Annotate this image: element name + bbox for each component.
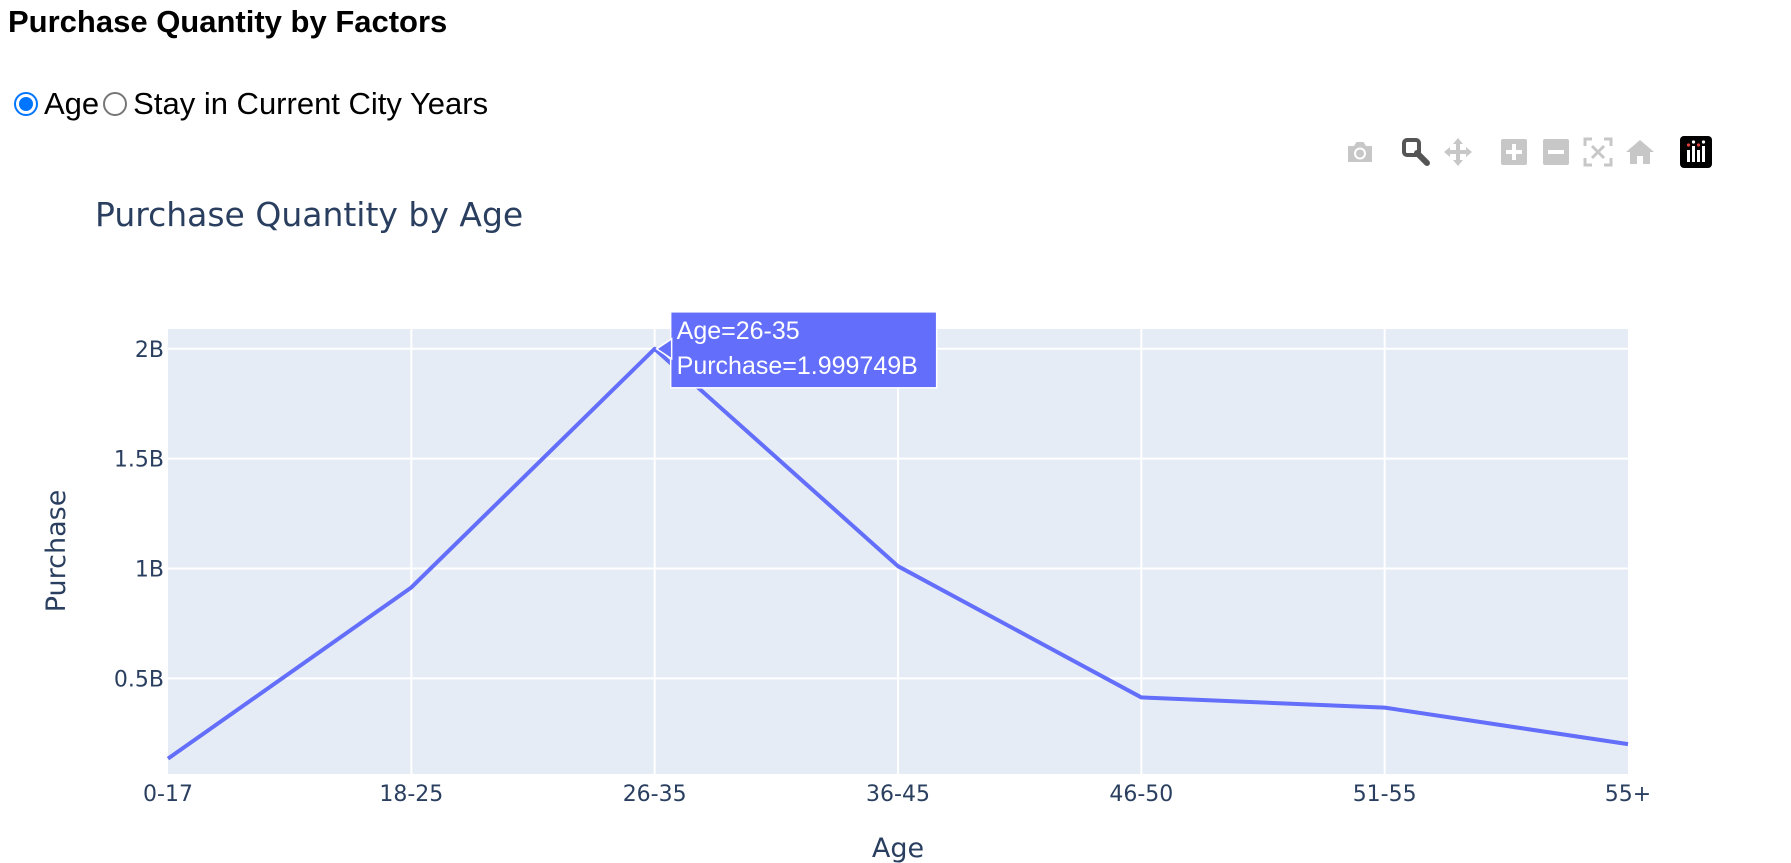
x-tick-labels: 0-17 18-25 26-35 36-45 46-50 51-55 55+ xyxy=(143,782,1651,807)
chart-title: Purchase Quantity by Age xyxy=(95,195,523,234)
hover-tooltip: Age=26-35 Purchase=1.999749B xyxy=(655,311,938,389)
y-tick-label: 1B xyxy=(135,558,164,583)
x-tick-label: 36-45 xyxy=(866,782,930,807)
y-tick-label: 1.5B xyxy=(114,448,164,473)
data-point xyxy=(1625,741,1631,747)
y-tick-label: 0.5B xyxy=(114,667,164,692)
x-tick-label: 18-25 xyxy=(379,782,443,807)
x-tick-label: 55+ xyxy=(1605,782,1651,807)
y-tick-label: 2B xyxy=(135,338,164,363)
x-tick-label: 51-55 xyxy=(1353,782,1417,807)
tooltip-line-2: Purchase=1.999749B xyxy=(677,352,918,380)
data-point xyxy=(1382,705,1388,711)
data-point xyxy=(408,584,414,590)
tooltip-line-1: Age=26-35 xyxy=(677,317,800,345)
x-tick-label: 46-50 xyxy=(1109,782,1173,807)
data-point xyxy=(1138,694,1144,700)
x-tick-label: 0-17 xyxy=(143,782,193,807)
y-axis-title: Purchase xyxy=(41,490,72,613)
x-tick-label: 26-35 xyxy=(623,782,687,807)
line-chart: Purchase Quantity by Age 0.5B 1B 1.5B 2B 0-… xyxy=(41,195,1651,863)
x-axis-title: Age xyxy=(872,833,924,863)
data-point xyxy=(165,756,171,762)
y-tick-labels: 0.5B 1B 1.5B 2B xyxy=(114,338,164,693)
data-point xyxy=(895,563,901,569)
